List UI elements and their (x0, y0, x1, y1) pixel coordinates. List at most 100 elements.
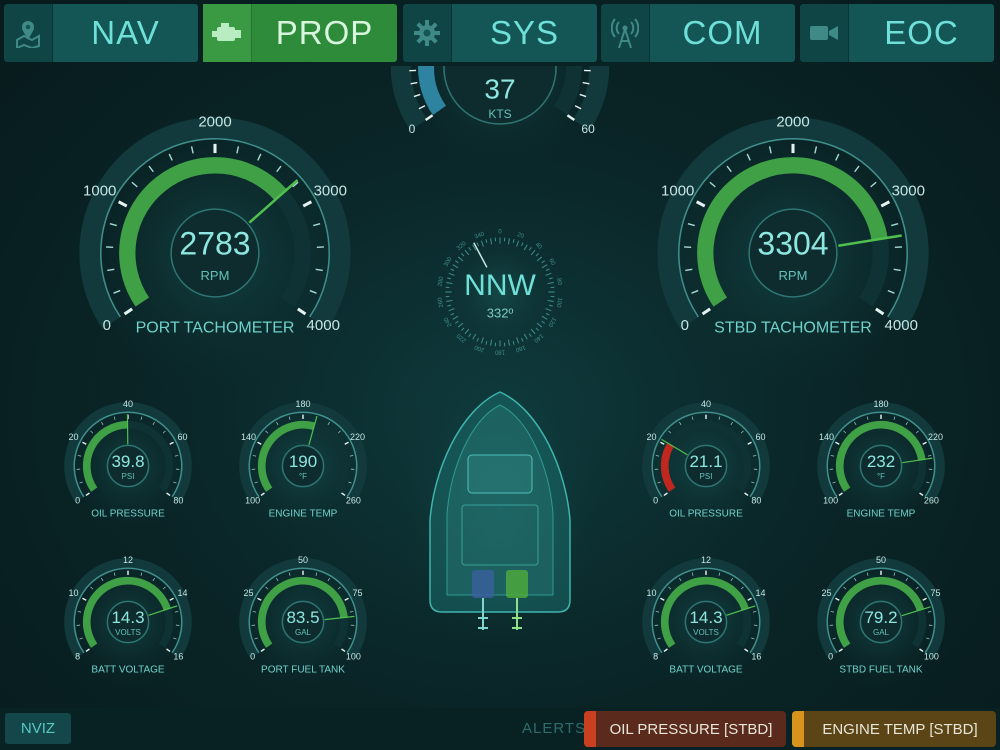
map-pin-icon (4, 4, 53, 62)
tick-label: 80 (173, 496, 183, 506)
tab-prop[interactable]: PROP (203, 4, 397, 62)
tick-label: 20 (68, 432, 78, 442)
port-engine-temp-gauge: 100 140 180 220 260 190°F ENGINE TEMP (233, 396, 373, 536)
gauge-unit: °F (877, 472, 885, 481)
footer-bar: NVIZ ALERTS OIL PRESSURE [STBD] ENGINE T… (0, 708, 1000, 750)
tick-label: 0 (250, 652, 255, 662)
tick-label: 220 (350, 432, 365, 442)
nviz-button[interactable]: NVIZ (5, 713, 71, 744)
tick-label: 14 (755, 588, 765, 598)
tick-label: 14 (177, 588, 187, 598)
speed-gauge: 010203040506037KTS (386, 66, 614, 182)
tick-label: 16 (173, 652, 183, 662)
tick-label: 0 (653, 496, 658, 506)
tick-label: 140 (819, 432, 834, 442)
gauge-unit: VOLTS (115, 628, 141, 637)
gauge-label: OIL PRESSURE (91, 509, 165, 520)
tick-label: 0 (828, 652, 833, 662)
gauge-readout: 2783 (179, 225, 250, 261)
tick-label: 3000 (314, 183, 347, 200)
tick-label: 0 (681, 317, 689, 334)
heading-direction: NNW (464, 269, 536, 302)
gauge-readout: 3304 (757, 225, 828, 261)
tick-label: 25 (821, 588, 831, 598)
port-batt-voltage-gauge: 8 10 12 14 16 14.3VOLTS BATT VOLTAGE (58, 552, 198, 692)
tick-label: 140 (241, 432, 256, 442)
alert-oil-pressure-stbd[interactable]: OIL PRESSURE [STBD] (584, 711, 786, 747)
antenna-tower-icon (601, 4, 650, 62)
tick-label: 1000 (661, 183, 694, 200)
tick-label: 20 (646, 432, 656, 442)
port-tachometer: 0 1000 2000 3000 4000 2783 RPM PORT TACHOMETER (67, 105, 363, 401)
speed-readout: 37 (484, 73, 515, 104)
tick-label: 40 (701, 399, 711, 409)
tab-sys[interactable]: SYS (403, 4, 597, 62)
vessel-cabin (467, 454, 533, 494)
gauge-readout: 83.5 (286, 608, 319, 627)
alerts-label: ALERTS (522, 720, 587, 737)
tick-label: 260 (346, 496, 361, 506)
tick-label: 180 (873, 399, 888, 409)
tab-nav[interactable]: NAV (4, 4, 198, 62)
tick-label: 3000 (892, 183, 925, 200)
gauge-readout: 39.8 (111, 452, 144, 471)
compass-tick-label: 180 (494, 349, 505, 355)
gauge-unit: RPM (201, 268, 230, 283)
tick-label: 60 (755, 432, 765, 442)
speed-unit: KTS (488, 107, 511, 121)
tab-com-label: COM (682, 14, 763, 51)
tab-eoc-label: EOC (884, 14, 959, 51)
tick-label: 8 (653, 652, 658, 662)
tab-sys-label: SYS (489, 14, 560, 51)
tick-label: 100 (924, 652, 939, 662)
tick-label: 25 (243, 588, 253, 598)
alert-severity-stripe (584, 711, 596, 747)
tick-label: 260 (924, 496, 939, 506)
gauge-label: STBD FUEL TANK (839, 665, 922, 676)
gauge-panel: 010203040506037KTS 010002000300040002783… (58, 66, 951, 692)
port-fuel-tank-gauge: 0 25 50 75 100 83.5GAL PORT FUEL TANK (233, 552, 373, 692)
tick-label: 8 (75, 652, 80, 662)
gauge-readout: 232 (867, 452, 895, 471)
tab-prop-label: PROP (275, 14, 374, 51)
gauge-readout: 14.3 (689, 608, 722, 627)
alert-severity-stripe (792, 711, 804, 747)
gauge-unit: VOLTS (693, 628, 719, 637)
tab-eoc[interactable]: EOC (800, 4, 994, 62)
heading-degrees: 332º (487, 305, 514, 320)
gauge-readout: 79.2 (864, 608, 897, 627)
gauge-label: PORT FUEL TANK (261, 665, 345, 676)
tick-label: 60 (581, 122, 595, 136)
gauge-readout: 14.3 (111, 608, 144, 627)
gauge-label: BATT VOLTAGE (91, 665, 164, 676)
tick-label: 10 (646, 588, 656, 598)
stbd-engine-temp-gauge: 100 140 180 220 260 232°F ENGINE TEMP (811, 396, 951, 536)
gear-icon (403, 4, 452, 62)
stbd-fuel-tank-gauge: 0 25 50 75 100 79.2GAL STBD FUEL TANK (811, 552, 951, 692)
stbd-tachometer: 0 1000 2000 3000 4000 3304 RPM STBD TACHOMETER (645, 105, 941, 401)
tick-label: 100 (823, 496, 838, 506)
tick-label: 10 (68, 588, 78, 598)
stbd-batt-voltage-gauge: 8 10 12 14 16 14.3VOLTS BATT VOLTAGE (636, 552, 776, 692)
tick-label: 180 (295, 399, 310, 409)
tick-label: 75 (930, 588, 940, 598)
tick-label: 0 (75, 496, 80, 506)
tick-label: 2000 (198, 113, 231, 130)
gauge-unit: PSI (700, 472, 713, 481)
gauge-unit: RPM (779, 268, 808, 283)
tick-label: 2000 (776, 113, 809, 130)
gauge-unit: PSI (122, 472, 135, 481)
gauge-label: BATT VOLTAGE (669, 665, 742, 676)
port-oil-pressure-gauge: 0 20 40 60 80 39.8PSI OIL PRESSURE (58, 396, 198, 536)
gauge-unit: GAL (873, 628, 890, 637)
tick-label: 0 (409, 122, 416, 136)
port-engine-icon (472, 570, 494, 598)
tick-label: 1000 (83, 183, 116, 200)
gauge-label: ENGINE TEMP (847, 509, 916, 520)
tick-label: 4000 (885, 317, 918, 334)
tab-com[interactable]: COM (601, 4, 795, 62)
tick-label: 220 (928, 432, 943, 442)
video-camera-icon (800, 4, 849, 62)
alert-engine-temp-stbd[interactable]: ENGINE TEMP [STBD] (792, 711, 996, 747)
engine-icon (203, 4, 252, 62)
